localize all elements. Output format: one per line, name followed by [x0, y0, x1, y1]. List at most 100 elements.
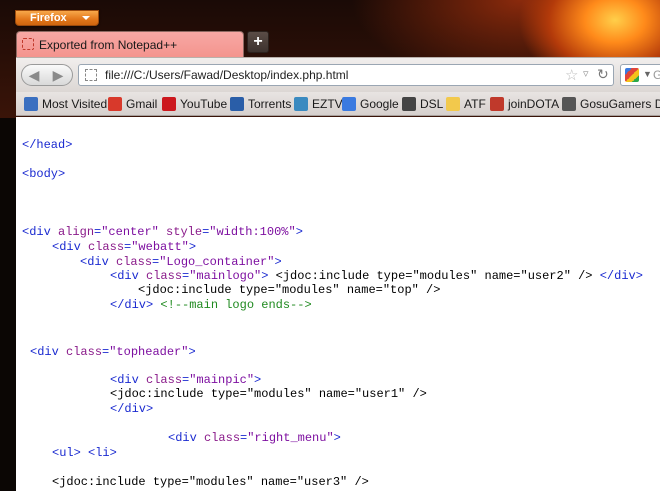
code-line: <jdoc:include type="modules" name="top" …	[138, 283, 440, 297]
code-line: <div class="webatt">	[52, 240, 196, 254]
code-token: <jdoc:include type="modules" name="top" …	[138, 283, 441, 297]
code-token: "right_menu"	[247, 431, 334, 445]
bookmark-label: Gmail	[126, 97, 158, 111]
code-token: >	[274, 255, 282, 269]
forward-arrow-icon[interactable]: ▶	[49, 67, 67, 83]
code-token: "mainpic"	[189, 373, 255, 387]
joindota-icon	[490, 97, 504, 111]
code-token: class	[146, 373, 183, 387]
code-token: <div	[110, 373, 147, 387]
code-token: <body>	[22, 167, 66, 181]
search-bar[interactable]: ▼ G	[620, 64, 660, 86]
bookmark-folder[interactable]: ATF	[446, 96, 486, 112]
code-token: <div	[22, 225, 59, 239]
code-token: "Logo_container"	[159, 255, 275, 269]
code-token: class	[116, 255, 153, 269]
bookmark-joindota[interactable]: joinDOTA	[490, 96, 559, 112]
code-token: >	[261, 269, 276, 283]
tab-title: Exported from Notepad++	[39, 38, 178, 52]
bookmark-google[interactable]: Google	[342, 96, 399, 112]
most-visited-icon	[24, 97, 38, 111]
dsl-icon	[402, 97, 416, 111]
code-token: class	[146, 269, 183, 283]
page-content: </head> <body> <div align="center" style="…	[16, 117, 660, 491]
code-line: </head>	[22, 138, 72, 152]
youtube-icon	[162, 97, 176, 111]
code-line: <div class="mainpic">	[110, 373, 261, 387]
address-bar[interactable]: file:///C:/Users/Fawad/Desktop/index.php…	[78, 64, 614, 86]
chevron-down-icon	[82, 16, 90, 20]
google-icon	[342, 97, 356, 111]
folder-icon	[446, 97, 460, 111]
bookmark-eztv[interactable]: EZTV	[294, 96, 343, 112]
bookmark-youtube[interactable]: YouTube	[162, 96, 227, 112]
code-line: <div class="Logo_container">	[80, 255, 282, 269]
code-token: <jdoc:include type="modules" name="user3…	[52, 475, 369, 489]
firefox-menu-button[interactable]: Firefox	[15, 10, 99, 26]
code-line: <div class="topheader">	[30, 345, 196, 359]
page-identity-icon[interactable]	[85, 69, 97, 81]
code-token: >	[333, 431, 341, 445]
page-favicon-icon	[22, 38, 34, 50]
bookmark-label: EZTV	[312, 97, 343, 111]
bookmark-label: Most Visited	[42, 97, 108, 111]
back-arrow-icon[interactable]: ◀	[25, 67, 43, 83]
reload-icon[interactable]: ↻	[597, 66, 609, 83]
bookmark-torrents[interactable]: Torrents	[230, 96, 291, 112]
code-token: <jdoc:include type="modules" name="user2…	[275, 269, 600, 283]
bookmark-label: joinDOTA	[508, 97, 560, 111]
code-line: </div> <!--main logo ends-->	[110, 298, 312, 312]
code-line: </div>	[110, 402, 153, 416]
code-line: <div class="mainlogo"> <jdoc:include typ…	[110, 269, 643, 283]
code-token: <!--main logo ends-->	[160, 298, 312, 312]
code-token: <div	[30, 345, 67, 359]
torrents-icon	[230, 97, 244, 111]
code-token: "mainlogo"	[189, 269, 262, 283]
gmail-icon	[108, 97, 122, 111]
code-token: </div>	[599, 269, 643, 283]
code-token: >	[295, 225, 303, 239]
eztv-icon	[294, 97, 308, 111]
code-token: style	[166, 225, 203, 239]
code-token: class	[204, 431, 241, 445]
code-token: align	[58, 225, 95, 239]
bookmark-label: YouTube	[180, 97, 228, 111]
history-dropdown-icon[interactable]: ▿	[583, 67, 589, 80]
search-engine-dropdown-icon[interactable]: ▼	[643, 69, 652, 79]
code-token: "webatt"	[131, 240, 189, 254]
bookmark-label: DSL	[420, 97, 444, 111]
navigation-toolbar: ◀ ▶ file:///C:/Users/Fawad/Desktop/index…	[16, 57, 660, 92]
bookmark-label: GosuGamers Dota	[580, 97, 660, 111]
code-token: <div	[168, 431, 205, 445]
code-line: <div align="center" style="width:100%">	[22, 225, 303, 239]
bookmark-label: ATF	[464, 97, 486, 111]
code-token: <div	[52, 240, 89, 254]
bookmark-dsl[interactable]: DSL	[402, 96, 443, 112]
code-line: <body>	[22, 167, 65, 181]
code-token: class	[66, 345, 103, 359]
code-token: >	[254, 373, 262, 387]
bookmark-gmail[interactable]: Gmail	[108, 96, 157, 112]
code-token: "width:100%"	[209, 225, 296, 239]
browser-tab-active[interactable]: Exported from Notepad++	[16, 31, 244, 57]
code-token: >	[188, 345, 196, 359]
code-token: <jdoc:include type="modules" name="user1…	[110, 387, 427, 401]
bookmark-label: Torrents	[248, 97, 292, 111]
bookmark-gosugamers[interactable]: GosuGamers Dota	[562, 96, 660, 112]
code-line: <ul> <li>	[52, 446, 117, 460]
code-token: </head>	[22, 138, 73, 152]
code-token: >	[188, 240, 197, 254]
code-line: <div class="right_menu">	[168, 431, 341, 445]
bookmark-most-visited[interactable]: Most Visited	[24, 96, 107, 112]
code-line: <jdoc:include type="modules" name="user3…	[52, 475, 369, 489]
google-search-engine-icon[interactable]	[625, 68, 639, 82]
code-line: <jdoc:include type="modules" name="user1…	[110, 387, 427, 401]
bookmark-star-icon[interactable]: ☆	[565, 66, 578, 84]
code-token: <ul> <li>	[52, 446, 117, 460]
firefox-menu-label: Firefox	[30, 12, 67, 24]
search-placeholder: G	[653, 68, 660, 82]
bookmark-label: Google	[360, 97, 399, 111]
gosugamers-icon	[562, 97, 576, 111]
address-url[interactable]: file:///C:/Users/Fawad/Desktop/index.php…	[105, 68, 348, 82]
new-tab-button[interactable]: +	[247, 31, 269, 53]
